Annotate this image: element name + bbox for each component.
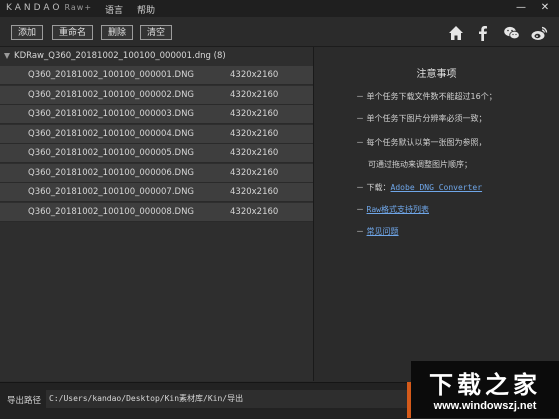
file-row[interactable]: Q360_20181002_100100_000003.DNG 4320x2160 bbox=[0, 105, 313, 124]
notice-panel: 注意事项 － 单个任务下载文件数不能超过16个； － 单个任务下图片分辨率必须一… bbox=[314, 47, 559, 381]
watermark-url: www.windowszj.net bbox=[433, 400, 537, 412]
folder-count: (8) bbox=[213, 51, 226, 61]
wechat-icon[interactable] bbox=[503, 24, 521, 42]
file-resolution: 4320x2160 bbox=[230, 167, 279, 178]
notice-title: 注意事项 bbox=[416, 69, 457, 80]
file-name: Q360_20181002_100100_000006.DNG bbox=[28, 167, 195, 178]
file-resolution: 4320x2160 bbox=[230, 109, 279, 119]
file-name: Q360_20181002_100100_000005.DNG bbox=[28, 148, 195, 158]
download-prefix: － 下载： bbox=[356, 183, 391, 192]
export-path-field[interactable]: C:/Users/kandao/Desktop/Kin素材库/Kin/导出 bbox=[46, 390, 409, 408]
dng-converter-link[interactable]: Adobe DNG Converter bbox=[391, 183, 483, 192]
notice-item: 可通过拖动来调整图片顺序； bbox=[368, 160, 472, 169]
notice-item: － 单个任务下图片分辨率必须一致； bbox=[356, 114, 487, 123]
home-icon[interactable] bbox=[447, 24, 465, 42]
clear-button[interactable]: 清空 bbox=[140, 25, 173, 40]
menu-help[interactable]: 帮助 bbox=[137, 3, 155, 16]
menu-language[interactable]: 语言 bbox=[105, 3, 123, 16]
file-row[interactable]: Q360_20181002_100100_000001.DNG 4320x2160 bbox=[0, 66, 313, 85]
rename-button[interactable]: 重命名 bbox=[52, 25, 94, 40]
file-resolution: 4320x2160 bbox=[230, 206, 279, 217]
folder-label: KDRaw_Q360_20181002_100100_000001.dng bbox=[14, 51, 211, 61]
weibo-icon[interactable] bbox=[530, 24, 548, 42]
file-row[interactable]: Q360_20181002_100100_000006.DNG 4320x2160 bbox=[0, 163, 313, 183]
title-bar: KANDAO Raw+ 语言 帮助 — ✕ bbox=[0, 0, 559, 17]
watermark-title: 下载之家 bbox=[429, 370, 541, 399]
notice-raw: － Raw格式支持列表 bbox=[356, 204, 429, 215]
file-row[interactable]: Q360_20181002_100100_000002.DNG 4320x2160 bbox=[0, 85, 313, 105]
file-name: Q360_20181002_100100_000008.DNG bbox=[28, 206, 195, 217]
file-name: Q360_20181002_100100_000003.DNG bbox=[28, 109, 195, 119]
add-button[interactable]: 添加 bbox=[11, 25, 44, 40]
delete-button[interactable]: 删除 bbox=[101, 25, 134, 40]
file-name: Q360_20181002_100100_000004.DNG bbox=[28, 128, 195, 139]
file-resolution: 4320x2160 bbox=[230, 70, 279, 80]
faq-link[interactable]: 常见问题 bbox=[367, 227, 399, 236]
toolbar: 添加 重命名 删除 清空 bbox=[0, 17, 559, 47]
file-list-panel: KDRaw_Q360_20181002_100100_000001.dng (8… bbox=[0, 47, 314, 381]
file-row[interactable]: Q360_20181002_100100_000005.DNG 4320x2160 bbox=[0, 144, 313, 163]
notice-faq: － 常见问题 bbox=[356, 226, 399, 237]
raw-support-list-link[interactable]: Raw格式支持列表 bbox=[367, 205, 429, 214]
link-dash: － bbox=[356, 205, 364, 214]
folder-node[interactable]: KDRaw_Q360_20181002_100100_000001.dng (8… bbox=[0, 48, 313, 65]
file-resolution: 4320x2160 bbox=[230, 128, 279, 139]
link-dash: － bbox=[356, 227, 364, 236]
file-row[interactable]: Q360_20181002_100100_000008.DNG 4320x2160 bbox=[0, 202, 313, 222]
notice-item: － 单个任务下载文件数不能超过16个； bbox=[356, 92, 497, 101]
notice-item: － 每个任务默认以第一张图为参照， bbox=[356, 138, 487, 147]
file-name: Q360_20181002_100100_000002.DNG bbox=[28, 89, 195, 100]
close-button[interactable]: ✕ bbox=[538, 2, 552, 14]
file-row[interactable]: Q360_20181002_100100_000007.DNG 4320x2160 bbox=[0, 183, 313, 202]
file-resolution: 4320x2160 bbox=[230, 89, 279, 100]
file-name: Q360_20181002_100100_000007.DNG bbox=[28, 187, 195, 197]
file-resolution: 4320x2160 bbox=[230, 148, 279, 158]
facebook-icon[interactable] bbox=[474, 24, 492, 42]
file-resolution: 4320x2160 bbox=[230, 187, 279, 197]
app-logo: KANDAO Raw+ bbox=[6, 3, 93, 13]
notice-download: － 下载：Adobe DNG Converter bbox=[356, 182, 482, 193]
minimize-button[interactable]: — bbox=[514, 2, 528, 14]
file-name: Q360_20181002_100100_000001.DNG bbox=[28, 70, 195, 80]
collapse-triangle-icon[interactable] bbox=[4, 53, 10, 59]
export-path-label: 导出路径 bbox=[7, 396, 42, 406]
file-row[interactable]: Q360_20181002_100100_000004.DNG 4320x2160 bbox=[0, 124, 313, 144]
